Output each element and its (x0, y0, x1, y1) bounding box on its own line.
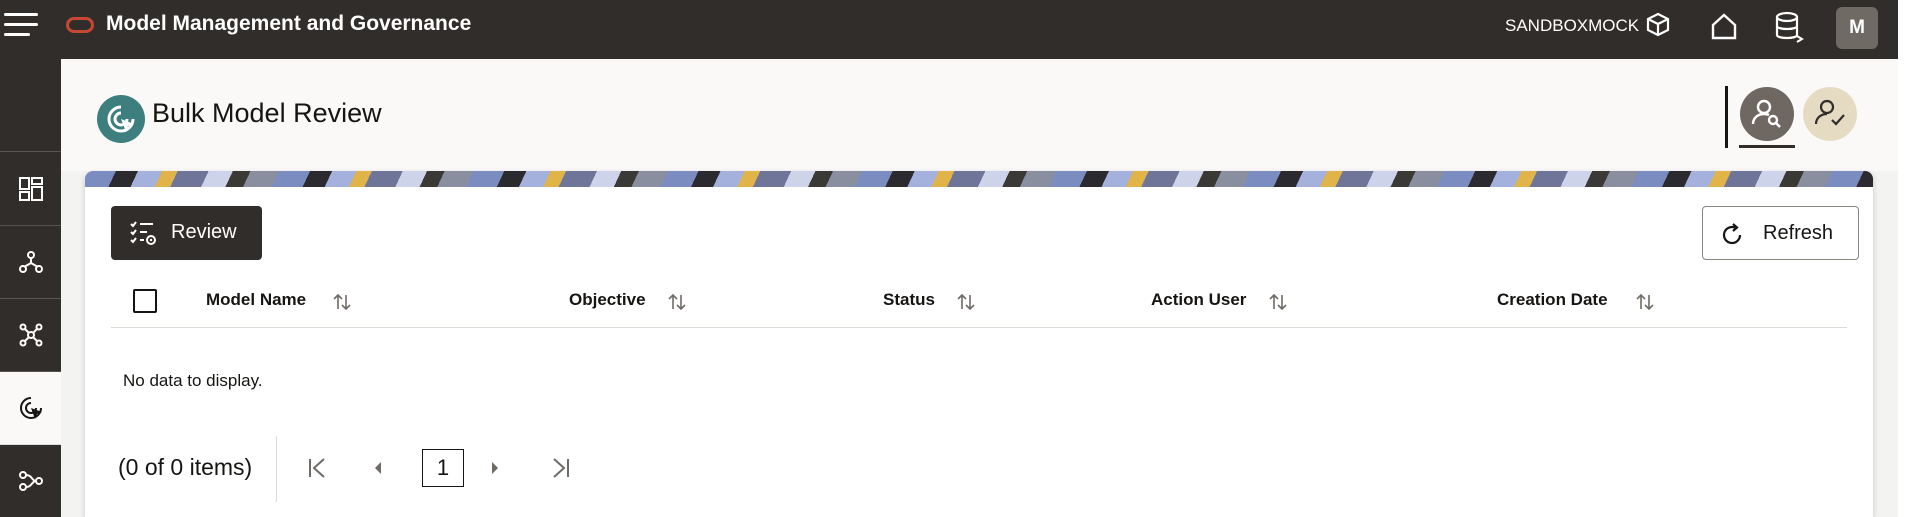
column-header-status[interactable]: Status (883, 290, 935, 310)
approver-check-icon[interactable] (1803, 87, 1857, 141)
empty-table-message: No data to display. (123, 371, 263, 390)
sort-icon[interactable] (957, 292, 975, 312)
review-button-label: Review (171, 221, 237, 243)
previous-page-icon[interactable] (366, 456, 390, 480)
pagination: (0 of 0 items) 1 (111, 436, 711, 502)
active-mode-indicator (1739, 145, 1795, 148)
refresh-icon (1722, 223, 1742, 245)
bulk-review-icon[interactable] (0, 372, 61, 445)
database-icon[interactable] (1773, 10, 1809, 46)
reviewer-search-icon[interactable] (1740, 87, 1794, 141)
select-all-checkbox[interactable] (133, 289, 157, 313)
current-page-number[interactable]: 1 (422, 449, 464, 487)
review-button[interactable]: Review (111, 206, 262, 260)
page-title: Bulk Model Review (152, 98, 382, 128)
app-title: Model Management and Governance (106, 12, 472, 35)
pagination-divider (276, 436, 277, 502)
last-page-icon[interactable] (548, 456, 572, 480)
bulk-review-page-icon (97, 95, 145, 143)
workspace-cube-icon[interactable] (1643, 10, 1679, 46)
sort-icon[interactable] (1636, 292, 1654, 312)
model-pipeline-icon[interactable] (0, 226, 61, 299)
sort-icon[interactable] (668, 292, 686, 312)
hamburger-icon[interactable] (4, 13, 40, 36)
card-banner (85, 171, 1873, 187)
column-header-creation-date[interactable]: Creation Date (1497, 290, 1608, 310)
table-header: Model Name Objective Status Action User … (111, 271, 1847, 328)
top-bar: Model Management and Governance SANDBOXM… (0, 0, 1898, 59)
dashboard-icon[interactable] (0, 153, 61, 226)
review-card: Review Refresh Model Name Objective Stat… (85, 171, 1873, 517)
rail-header (0, 59, 61, 152)
workflow-icon[interactable] (0, 445, 61, 517)
workspace-label[interactable]: SANDBOXMOCK (1505, 16, 1639, 36)
sort-icon[interactable] (1269, 292, 1287, 312)
refresh-button[interactable]: Refresh (1702, 206, 1859, 260)
next-page-icon[interactable] (483, 456, 507, 480)
user-avatar[interactable]: M (1836, 7, 1878, 49)
column-header-model-name[interactable]: Model Name (206, 290, 306, 310)
first-page-icon[interactable] (306, 456, 330, 480)
refresh-button-label: Refresh (1763, 222, 1834, 244)
oracle-logo (66, 17, 94, 33)
column-header-objective[interactable]: Objective (569, 290, 646, 310)
review-checklist-icon (130, 221, 156, 245)
pagination-summary: (0 of 0 items) (118, 454, 253, 480)
home-icon[interactable] (1708, 10, 1744, 46)
model-network-icon[interactable] (0, 299, 61, 372)
header-divider (1725, 86, 1728, 148)
sort-icon[interactable] (333, 292, 351, 312)
column-header-action-user[interactable]: Action User (1151, 290, 1246, 310)
left-nav-rail (0, 59, 61, 517)
right-edge (1898, 0, 1909, 517)
